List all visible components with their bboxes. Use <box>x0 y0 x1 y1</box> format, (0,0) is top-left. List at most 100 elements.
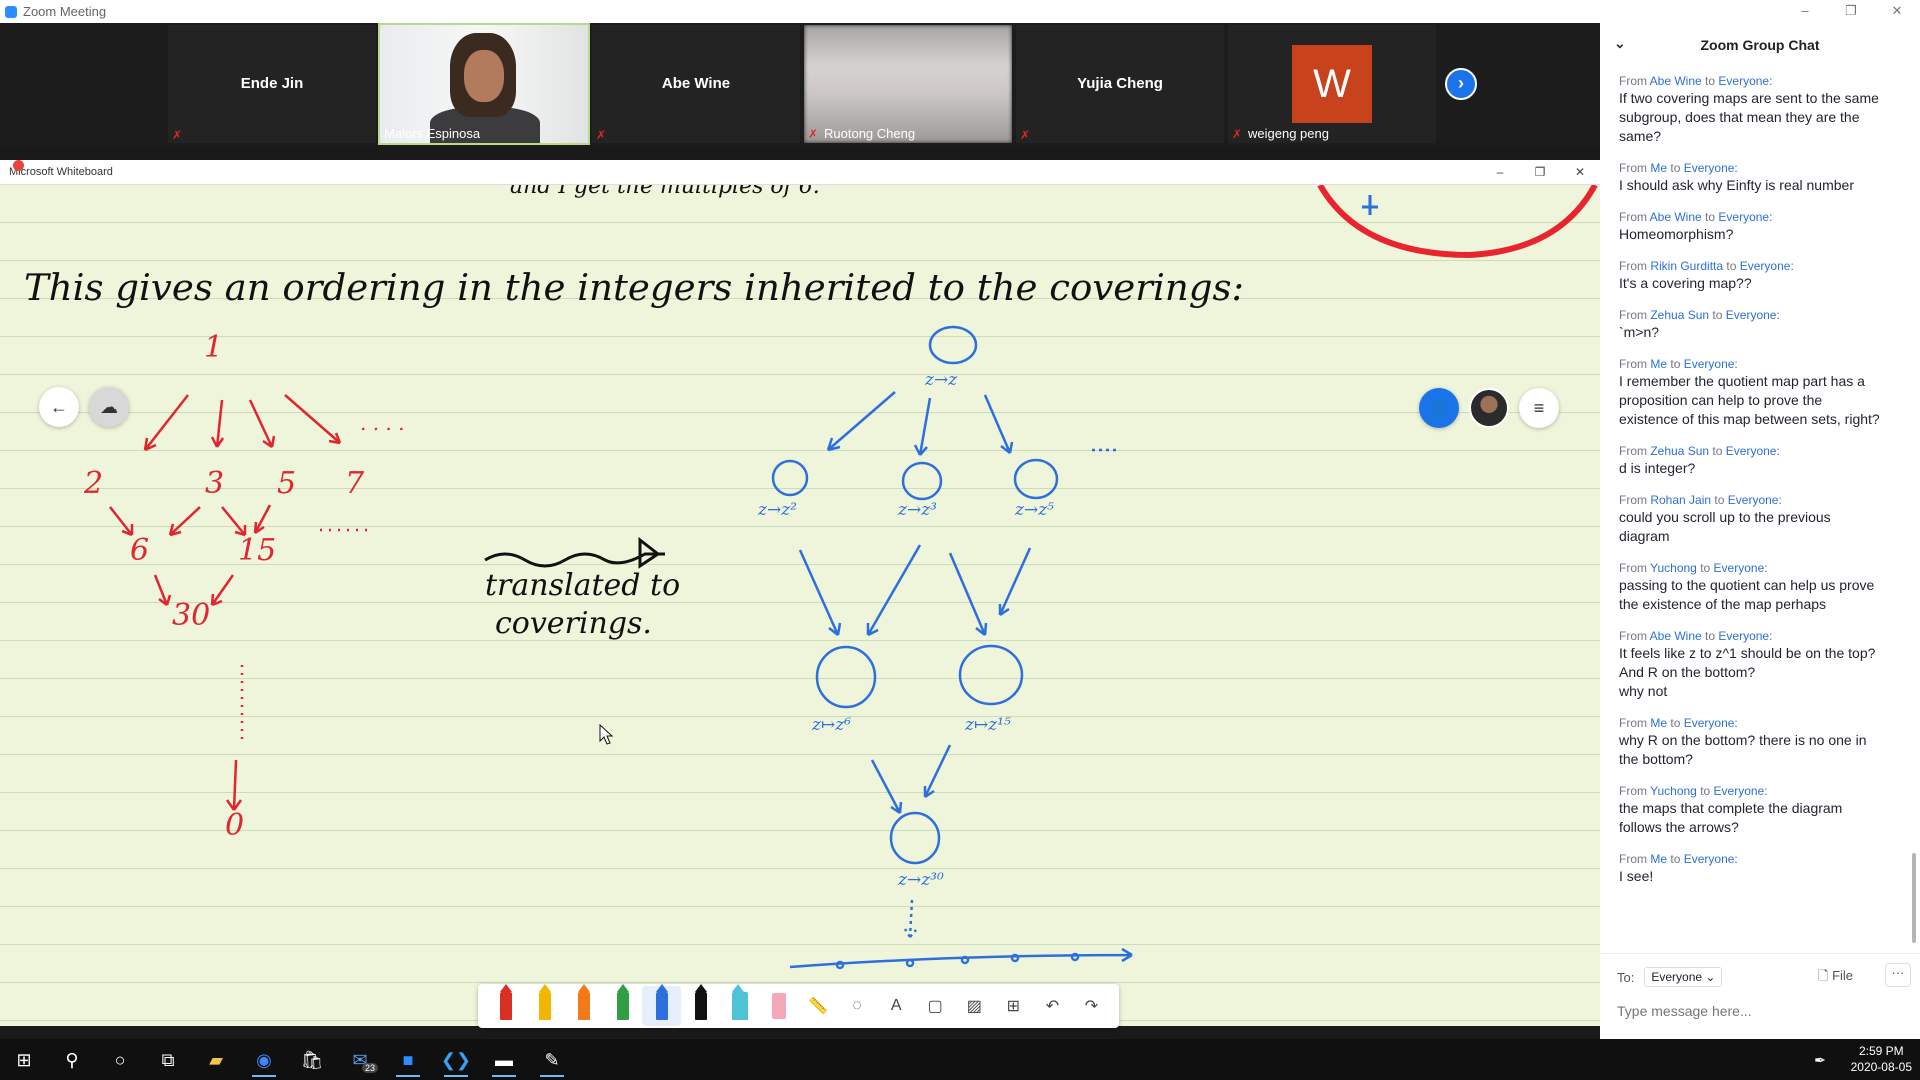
blue-pen-icon[interactable] <box>642 984 682 1026</box>
sticky-note-icon[interactable]: ▢ <box>916 986 955 1026</box>
to-word: to <box>1670 357 1681 371</box>
participant-tile-active-speaker[interactable]: Malors Espinosa <box>378 23 590 145</box>
red-dots: . . . . <box>360 411 405 435</box>
from-word: From <box>1619 308 1647 322</box>
participant-tile[interactable]: Abe Wine ✗ <box>592 25 800 143</box>
sender-name[interactable]: Rohan Jain <box>1650 493 1711 507</box>
chat-message-header: From Abe Wine to Everyone: <box>1619 628 1880 644</box>
chat-message-text: d is integer? <box>1619 460 1696 476</box>
next-page-arrow-icon[interactable]: › <box>1445 68 1477 100</box>
participant-tile[interactable]: Yujia Cheng ✗ <box>1016 25 1224 143</box>
chrome-icon[interactable]: ◉ <box>244 1043 284 1077</box>
store-icon[interactable]: 🛍 <box>292 1043 332 1077</box>
wb-close-button[interactable]: ✕ <box>1560 160 1600 185</box>
black-pen-icon[interactable] <box>681 984 720 1026</box>
windows-taskbar: ⊞ ⚲ ○ ⧉ ▰ ◉ 🛍 ✉ 23 ■ ❮❯ ▬ ✎ ✒ 2:59 PM 202… <box>0 1039 1920 1080</box>
eraser-icon[interactable] <box>759 986 798 1026</box>
to-word: to <box>1670 716 1681 730</box>
wb-minimize-button[interactable]: – <box>1480 160 1520 185</box>
sender-name[interactable]: Zehua Sun <box>1650 308 1709 322</box>
restore-button[interactable]: ❐ <box>1828 0 1874 23</box>
participant-name: Yujia Cheng <box>1077 75 1163 92</box>
vscode-icon[interactable]: ❮❯ <box>436 1043 476 1077</box>
participant-name: Ende Jin <box>240 75 304 92</box>
mic-muted-icon: ✗ <box>1232 126 1243 141</box>
sender-name[interactable]: Me <box>1650 357 1667 371</box>
blue-label-z5: z→z⁵ <box>1014 500 1054 520</box>
squiggle-arrow <box>484 536 665 569</box>
mail-icon[interactable]: ✉ 23 <box>340 1043 380 1077</box>
invite-user-icon[interactable]: 👤 <box>1419 388 1459 428</box>
ruler-icon[interactable]: 📏 <box>799 986 838 1026</box>
minimize-button[interactable]: – <box>1782 0 1828 23</box>
chat-message: From Abe Wine to Everyone: Homeomorphism? <box>1619 209 1880 244</box>
to-word: to <box>1705 210 1716 224</box>
participant-tile[interactable]: ✗ Ruotong Cheng <box>804 25 1012 143</box>
sender-name[interactable]: Me <box>1650 716 1667 730</box>
chat-message: From Me to Everyone: I see! <box>1619 851 1880 886</box>
wb-heading: This gives an ordering in the integers i… <box>24 268 1244 309</box>
file-explorer-icon[interactable]: ▰ <box>196 1043 236 1077</box>
participant-tile[interactable]: Ende Jin ✗ <box>168 25 376 143</box>
zoom-titlebar: Zoom Meeting – ❐ ✕ <box>0 0 1920 23</box>
sender-name[interactable]: Rikin Gurditta <box>1650 259 1723 273</box>
search-icon[interactable]: ⚲ <box>52 1043 92 1077</box>
sender-name[interactable]: Zehua Sun <box>1650 444 1709 458</box>
insert-icon[interactable]: ⊞ <box>994 986 1033 1026</box>
windows-start-icon[interactable]: ⊞ <box>4 1043 44 1077</box>
terminal-icon[interactable]: ▬ <box>484 1043 524 1077</box>
red-pen-icon[interactable] <box>486 984 525 1026</box>
pen-workspace-icon[interactable]: ✒ <box>1800 1043 1840 1077</box>
whiteboard-app-icon[interactable]: ✎ <box>532 1043 572 1077</box>
chat-message-header: From Zehua Sun to Everyone: <box>1619 443 1880 459</box>
cloud-sync-icon[interactable]: ☁ <box>89 387 129 427</box>
from-word: From <box>1619 161 1647 175</box>
yellow-pen-icon[interactable] <box>525 984 564 1026</box>
sender-name[interactable]: Yuchong <box>1650 561 1697 575</box>
blue-ink-fragment <box>1362 195 1378 215</box>
sender-name[interactable]: Abe Wine <box>1650 629 1702 643</box>
chat-scrollbar[interactable] <box>1912 853 1916 943</box>
recipient-select[interactable]: Everyone ⌄ <box>1644 967 1723 987</box>
red-node-5: 5 <box>277 466 296 501</box>
file-button[interactable]: 🗋 File <box>1818 967 1853 989</box>
image-icon[interactable]: ▨ <box>955 986 994 1026</box>
system-clock[interactable]: 2:59 PM 2020-08-05 <box>1851 1043 1912 1075</box>
to-word: to <box>1670 852 1681 866</box>
sender-name[interactable]: Abe Wine <box>1650 210 1702 224</box>
highlighter-icon[interactable] <box>720 984 759 1026</box>
participant-label: Ruotong Cheng <box>824 126 916 141</box>
zoom-icon[interactable]: ■ <box>388 1043 428 1077</box>
hamburger-menu-icon[interactable]: ≡ <box>1519 388 1559 428</box>
recipient-name: Everyone: <box>1718 629 1773 643</box>
user-avatar[interactable] <box>1469 388 1509 428</box>
wb-restore-button[interactable]: ❐ <box>1520 160 1560 185</box>
green-pen-icon[interactable] <box>603 984 642 1026</box>
orange-pen-icon[interactable] <box>564 984 603 1026</box>
sender-name[interactable]: Me <box>1650 161 1667 175</box>
undo-icon[interactable]: ↶ <box>1033 986 1072 1026</box>
sender-name[interactable]: Me <box>1650 852 1667 866</box>
close-button[interactable]: ✕ <box>1874 0 1920 23</box>
back-arrow-icon[interactable]: ← <box>39 387 79 427</box>
chat-message-text: `m>n? <box>1619 324 1660 340</box>
chat-header: ⌄ Zoom Group Chat <box>1600 23 1920 67</box>
cortana-icon[interactable]: ○ <box>100 1043 140 1077</box>
wb-top-fragment: and I get the multiples of 6. <box>510 185 820 199</box>
chevron-down-icon[interactable]: ⌄ <box>1614 35 1626 52</box>
task-view-icon[interactable]: ⧉ <box>148 1043 188 1077</box>
participant-tile[interactable]: W ✗ weigeng peng <box>1228 25 1436 143</box>
redo-icon[interactable]: ↷ <box>1072 986 1111 1026</box>
chat-message-header: From Me to Everyone: <box>1619 715 1880 731</box>
mic-muted-icon: ✗ <box>808 126 819 141</box>
text-icon[interactable]: A <box>877 986 916 1026</box>
message-input[interactable] <box>1617 1003 1907 1019</box>
chat-message-list[interactable]: From Abe Wine to Everyone: If two coverin… <box>1600 73 1920 943</box>
to-word: to <box>1712 308 1723 322</box>
more-options-button[interactable]: ··· <box>1885 963 1911 987</box>
sender-name[interactable]: Abe Wine <box>1650 74 1702 88</box>
lasso-icon[interactable]: ◌ <box>838 986 877 1026</box>
to-word: to <box>1705 74 1716 88</box>
sender-name[interactable]: Yuchong <box>1650 784 1697 798</box>
whiteboard-canvas[interactable]: and I get the multiples of 6. This gives… <box>0 185 1600 1026</box>
